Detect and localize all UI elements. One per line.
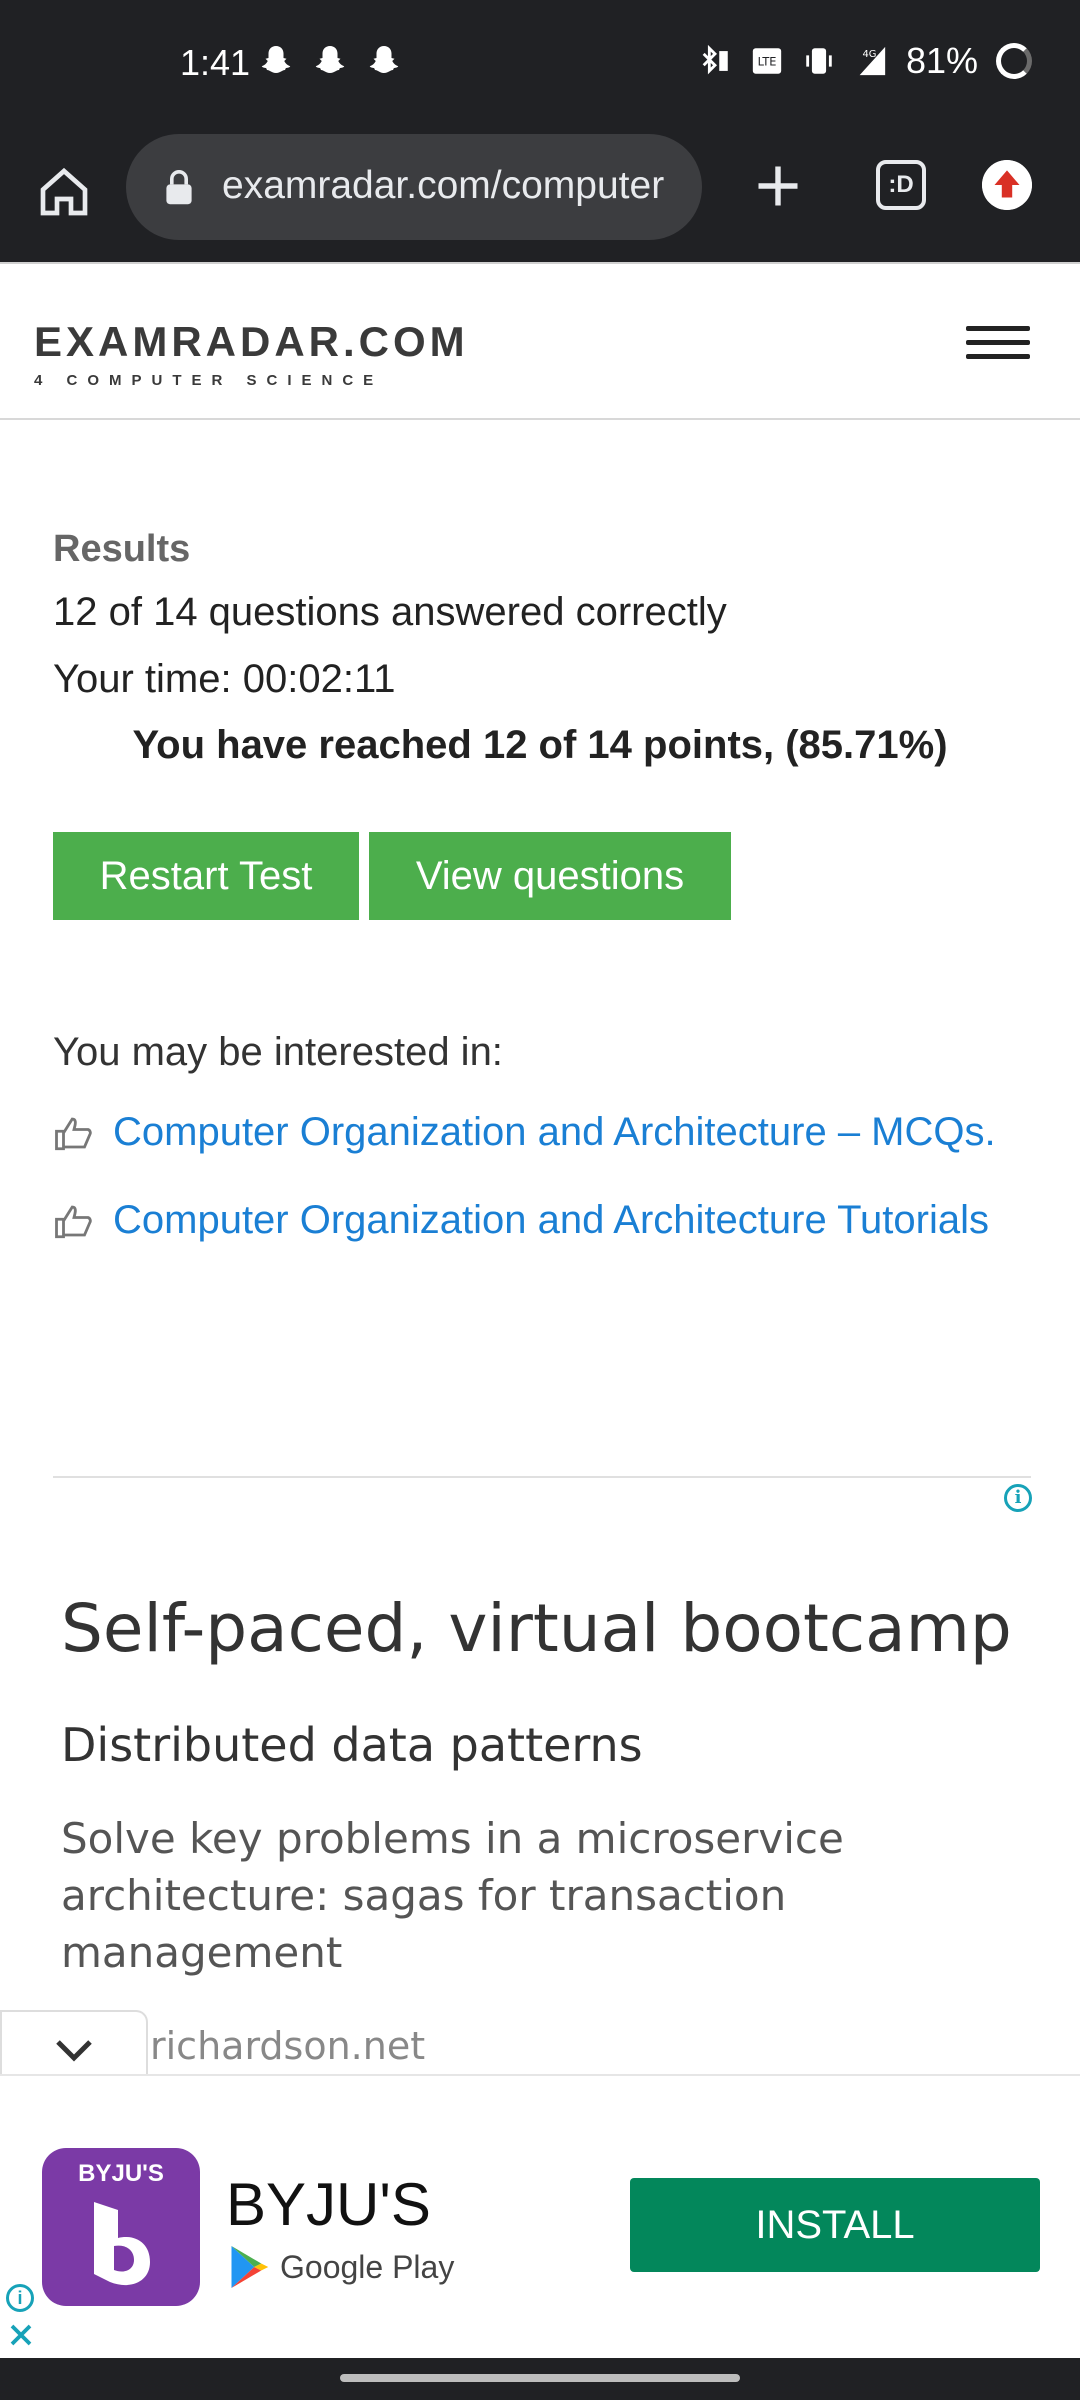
gesture-navigation-bar xyxy=(0,2358,1080,2400)
snapchat-icon xyxy=(369,46,399,73)
update-icon[interactable] xyxy=(982,160,1032,210)
store-name: Google Play xyxy=(280,2248,455,2285)
ad-divider xyxy=(53,1476,1031,1478)
app-install-banner: BYJU'S BYJU'S Google Play INSTALL xyxy=(0,2074,1080,2358)
related-link[interactable]: Computer Organization and Architecture –… xyxy=(53,1110,996,1155)
related-link-text[interactable]: Computer Organization and Architecture T… xyxy=(113,1198,989,1243)
ad-description[interactable]: Solve key problems in a microservice arc… xyxy=(61,1810,941,1981)
signal-4g-icon: 4G xyxy=(859,46,886,76)
time-taken: Your time: 00:02:11 xyxy=(53,657,396,701)
answered-count: 12 of 14 questions answered correctly xyxy=(53,590,727,634)
battery-percent: 81% xyxy=(905,40,978,81)
svg-text:4G: 4G xyxy=(862,49,876,60)
notification-icons xyxy=(258,42,402,80)
google-play-icon xyxy=(231,2246,269,2288)
app-name[interactable]: BYJU'S xyxy=(226,2170,431,2239)
ad-subtitle[interactable]: Distributed data patterns xyxy=(61,1718,643,1772)
byjus-b-icon xyxy=(94,2202,150,2286)
snapchat-icon xyxy=(315,46,345,73)
system-icons: LTE 4G 81% xyxy=(698,40,1032,82)
home-gesture-handle[interactable] xyxy=(340,2374,740,2382)
home-icon[interactable] xyxy=(36,162,92,222)
ad-domain[interactable]: richardson.net xyxy=(150,2024,425,2068)
results-heading: Results xyxy=(53,528,191,570)
site-logo[interactable]: EXAMRADAR.COM xyxy=(34,318,469,366)
collapse-ad-button[interactable] xyxy=(0,2010,148,2084)
site-tagline: 4 COMPUTER SCIENCE xyxy=(34,372,384,389)
points-summary: You have reached 12 of 14 points, (85.71… xyxy=(132,723,948,767)
volte-icon: LTE xyxy=(752,48,782,74)
thumbs-up-icon xyxy=(55,1205,92,1238)
thumbs-up-icon xyxy=(55,1117,92,1150)
tab-switcher-button[interactable]: :D xyxy=(876,160,926,210)
lock-icon xyxy=(166,170,192,205)
restart-test-button[interactable]: Restart Test xyxy=(53,832,359,920)
related-heading: You may be interested in: xyxy=(53,1030,503,1074)
vibrate-icon xyxy=(806,48,832,74)
chevron-down-icon xyxy=(56,2040,92,2062)
related-link-text[interactable]: Computer Organization and Architecture –… xyxy=(113,1110,996,1155)
byjus-logo-text: BYJU'S xyxy=(78,2160,164,2187)
byjus-app-logo[interactable]: BYJU'S xyxy=(42,2148,200,2306)
close-ad-icon[interactable] xyxy=(6,2320,36,2350)
svg-text:LTE: LTE xyxy=(758,54,777,68)
status-bar: 1:41 LTE 4G 81% xyxy=(0,0,1080,130)
install-button[interactable]: INSTALL xyxy=(630,2178,1040,2272)
new-tab-icon[interactable] xyxy=(752,160,804,212)
address-bar[interactable]: examradar.com/computer xyxy=(126,134,702,240)
tab-count: :D xyxy=(888,171,914,198)
url-text[interactable]: examradar.com/computer xyxy=(222,164,682,208)
related-link[interactable]: Computer Organization and Architecture T… xyxy=(53,1198,989,1243)
site-header: EXAMRADAR.COM 4 COMPUTER SCIENCE xyxy=(0,262,1080,420)
snapchat-icon xyxy=(261,46,291,73)
bluetooth-battery-icon xyxy=(702,44,728,75)
menu-icon[interactable] xyxy=(966,326,1030,362)
battery-icon xyxy=(996,43,1032,79)
clock: 1:41 xyxy=(180,42,251,83)
store-badge: Google Play xyxy=(228,2244,454,2290)
view-questions-button[interactable]: View questions xyxy=(369,832,731,920)
ad-info-icon[interactable]: i xyxy=(1004,1484,1032,1512)
browser-toolbar: examradar.com/computer :D xyxy=(0,130,1080,262)
ad-title[interactable]: Self-paced, virtual bootcamp xyxy=(61,1590,1012,1667)
adchoices-info-icon[interactable]: i xyxy=(6,2284,34,2312)
